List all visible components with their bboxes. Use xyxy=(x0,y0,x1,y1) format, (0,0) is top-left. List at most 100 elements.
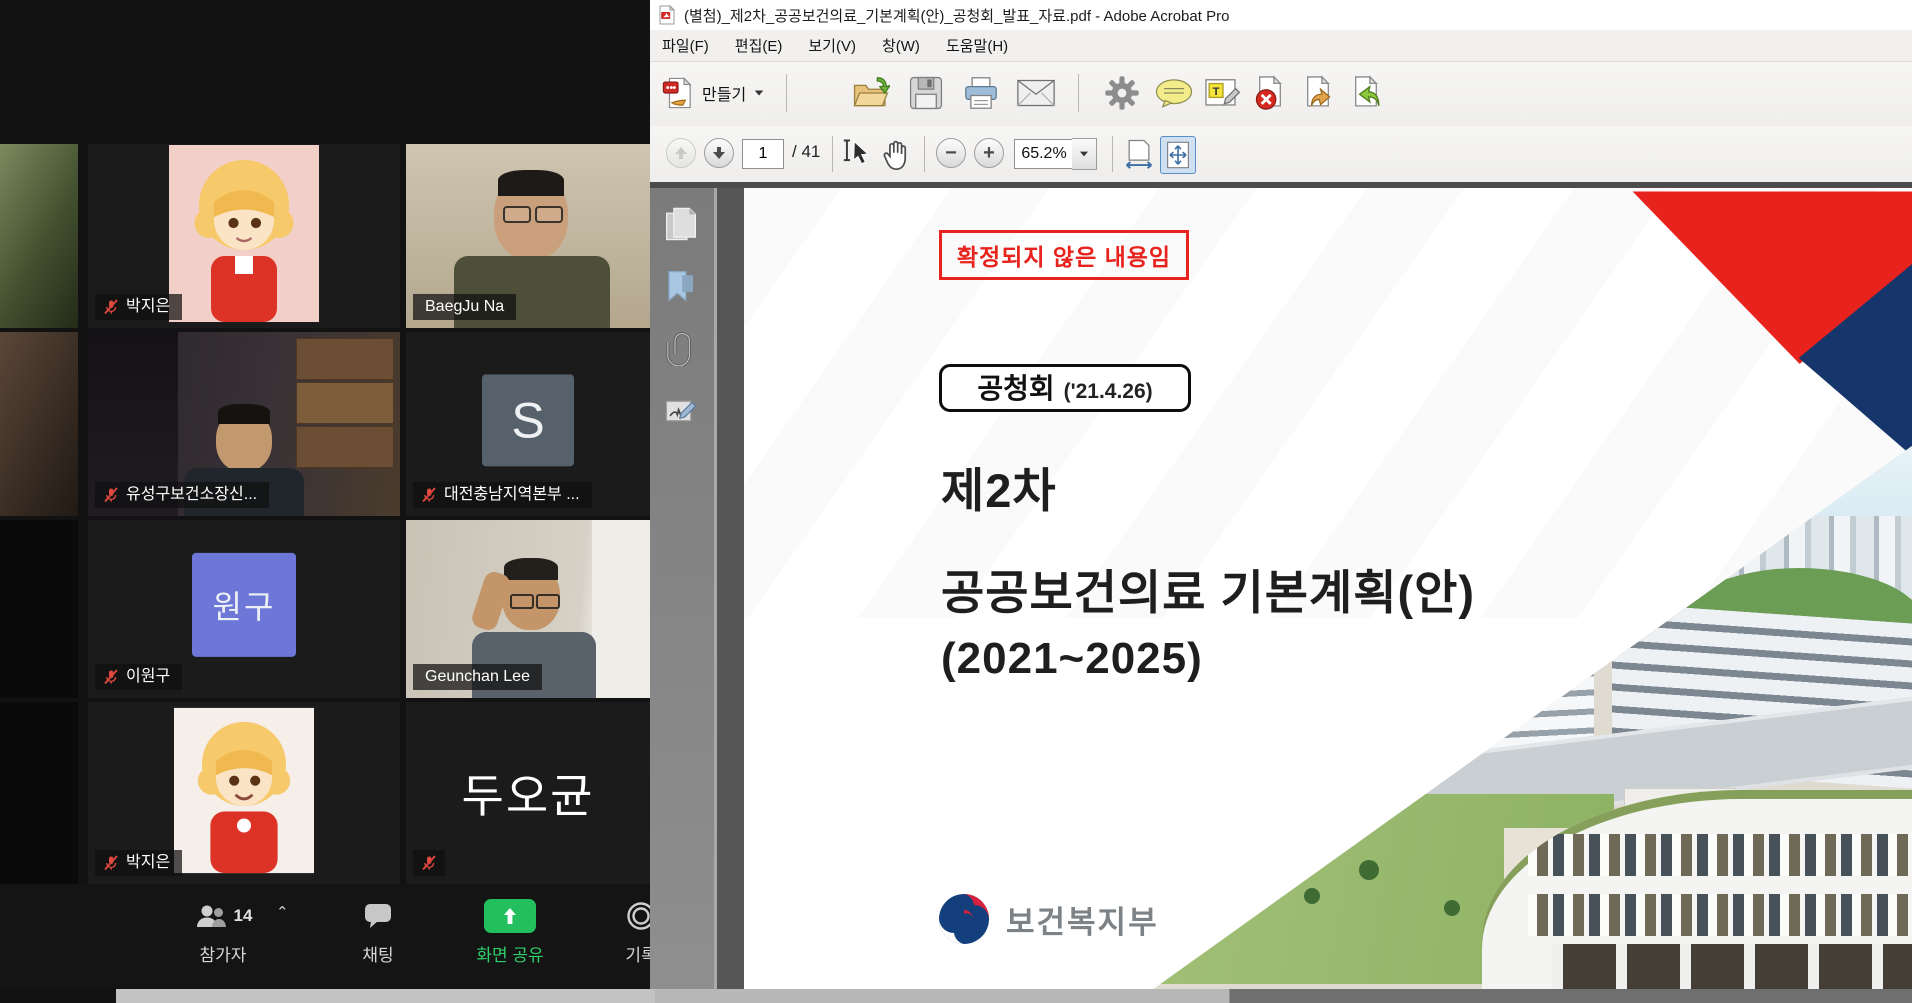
chevron-up-icon[interactable]: ⌃ xyxy=(276,903,289,921)
delete-pages-button[interactable] xyxy=(1252,75,1288,111)
mic-muted-icon xyxy=(421,487,437,503)
participant-letter-avatar: S xyxy=(482,374,574,466)
hearing-badge-title: 공청회 xyxy=(977,367,1054,407)
share-screen-button[interactable]: 화면 공유 xyxy=(450,899,570,966)
attachments-button[interactable] xyxy=(664,330,698,371)
mic-muted-icon xyxy=(103,669,119,685)
acrobat-navigation-toolbar: / 41 − + 65.2% xyxy=(650,126,1912,182)
mic-muted-icon xyxy=(421,855,437,871)
pdf-page[interactable]: 확정되지 않은 내용임 공청회 ('21.4.26) 제2차 공공보건의료 기본… xyxy=(744,188,1912,990)
participant-tile[interactable]: 원구 이원구 xyxy=(88,520,400,698)
insert-pages-button[interactable] xyxy=(1348,75,1384,111)
participant-avatar xyxy=(169,145,319,328)
previous-page-button[interactable] xyxy=(666,138,696,168)
create-pdf-button[interactable]: 만들기 xyxy=(662,76,764,110)
taskbar-edge xyxy=(116,989,1912,1003)
signatures-button[interactable] xyxy=(664,394,698,433)
notice-box: 확정되지 않은 내용임 xyxy=(939,230,1189,280)
ministry-emblem-icon xyxy=(937,892,991,946)
bookmark-icon xyxy=(664,268,698,304)
select-cursor-icon xyxy=(842,138,874,170)
next-page-button[interactable] xyxy=(704,138,734,168)
participant-name-pill: Geunchan Lee xyxy=(413,664,542,690)
bookmarks-button[interactable] xyxy=(664,268,698,309)
print-button[interactable] xyxy=(962,75,1000,111)
toolbar-separator xyxy=(832,136,833,172)
record-button[interactable]: 기록 xyxy=(606,899,650,966)
hand-tool-button[interactable] xyxy=(880,137,912,171)
mic-muted-icon xyxy=(103,487,119,503)
participant-mute-indicator xyxy=(413,850,445,876)
participant-tile-edge[interactable] xyxy=(0,144,78,328)
extract-pages-button[interactable] xyxy=(1300,75,1336,111)
participant-tile-edge[interactable] xyxy=(0,702,78,884)
acrobat-titlebar[interactable]: (별첨)_제2차_공공보건의료_기본계획(안)_공청회_발표_자료.pdf - … xyxy=(650,0,1912,30)
participant-name: Geunchan Lee xyxy=(425,669,530,685)
participant-tile-edge[interactable] xyxy=(0,520,78,698)
menu-edit[interactable]: 편집(E) xyxy=(735,35,783,56)
gear-icon xyxy=(1104,75,1140,111)
toolbar-separator xyxy=(786,74,787,112)
zoom-level-value[interactable]: 65.2% xyxy=(1014,139,1074,169)
participant-tile[interactable]: 박지은 xyxy=(88,702,400,884)
participant-tile[interactable]: 박지은 xyxy=(88,144,400,328)
zoom-in-button[interactable]: + xyxy=(974,138,1004,168)
acrobat-main-toolbar: 만들기 xyxy=(650,62,1912,127)
participant-tile-edge[interactable] xyxy=(0,332,78,516)
acrobat-menubar: 파일(F) 편집(E) 보기(V) 창(W) 도움말(H) xyxy=(650,30,1912,62)
share-screen-icon xyxy=(484,899,536,933)
participant-letter-avatar: 원구 xyxy=(192,553,296,657)
pdf-file-icon xyxy=(658,5,676,25)
zoom-meeting-toolbar: 14 참가자 ⌃ 채팅 xyxy=(0,885,650,988)
menu-help[interactable]: 도움말(H) xyxy=(946,35,1008,56)
participant-name: 박지은 xyxy=(126,855,170,871)
fit-page-button[interactable] xyxy=(1160,136,1196,174)
select-tool-button[interactable] xyxy=(842,138,874,170)
delete-page-icon xyxy=(1252,75,1288,111)
participant-name: 이원구 xyxy=(126,669,170,685)
extract-page-icon xyxy=(1300,75,1336,111)
scrolling-mode-button[interactable] xyxy=(1124,138,1154,170)
share-screen-label: 화면 공유 xyxy=(476,941,543,966)
page-total-label: / 41 xyxy=(792,142,820,162)
edit-text-button[interactable]: T xyxy=(1204,76,1242,110)
ministry-name: 보건복지부 xyxy=(1006,897,1159,942)
comment-button[interactable] xyxy=(1154,78,1194,108)
avatar-letter: S xyxy=(511,391,544,449)
open-file-button[interactable] xyxy=(852,75,890,111)
zoom-level-dropdown[interactable] xyxy=(1072,138,1097,170)
ministry-logo: 보건복지부 xyxy=(937,892,1159,946)
participant-name-pill: 유성구보건소장신... xyxy=(95,482,269,508)
zoom-out-button[interactable]: − xyxy=(936,138,966,168)
fit-page-icon xyxy=(1164,140,1192,170)
pages-icon xyxy=(664,206,698,242)
participant-tile-active-speaker[interactable]: BaegJu Na xyxy=(406,144,650,328)
chat-label: 채팅 xyxy=(362,941,393,966)
participant-tile[interactable]: S 대전충남지역본부 ... xyxy=(406,332,650,516)
fit-width-icon xyxy=(1124,138,1154,170)
participants-button[interactable]: 14 참가자 ⌃ xyxy=(158,899,288,966)
save-button[interactable] xyxy=(908,75,944,111)
menu-window[interactable]: 창(W) xyxy=(882,35,920,56)
create-pdf-icon xyxy=(662,76,694,110)
participant-name: 유성구보건소장신... xyxy=(126,487,257,503)
page-thumbnails-button[interactable] xyxy=(664,206,698,247)
chat-button[interactable]: 채팅 xyxy=(343,899,413,966)
paperclip-icon xyxy=(664,330,698,366)
menu-view[interactable]: 보기(V) xyxy=(808,35,856,56)
window-title: (별첨)_제2차_공공보건의료_기본계획(안)_공청회_발표_자료.pdf - … xyxy=(684,5,1229,26)
video-preview xyxy=(0,332,78,516)
participant-tile[interactable]: 두오균 xyxy=(406,702,650,884)
settings-button[interactable] xyxy=(1104,75,1140,111)
participant-name-pill: 박지은 xyxy=(95,294,182,320)
zoom-percent-text: 65.2% xyxy=(1021,145,1066,163)
toolbar-separator xyxy=(1112,136,1113,172)
participant-tile[interactable]: Geunchan Lee xyxy=(406,520,650,698)
screen: 박지은 BaegJu Na xyxy=(0,0,1912,1003)
email-button[interactable] xyxy=(1016,77,1056,109)
chat-icon xyxy=(363,902,393,930)
participant-tile[interactable]: 유성구보건소장신... xyxy=(88,332,400,516)
avatar-letter: 원구 xyxy=(213,582,276,628)
page-number-input[interactable] xyxy=(742,139,784,169)
menu-file[interactable]: 파일(F) xyxy=(662,35,709,56)
